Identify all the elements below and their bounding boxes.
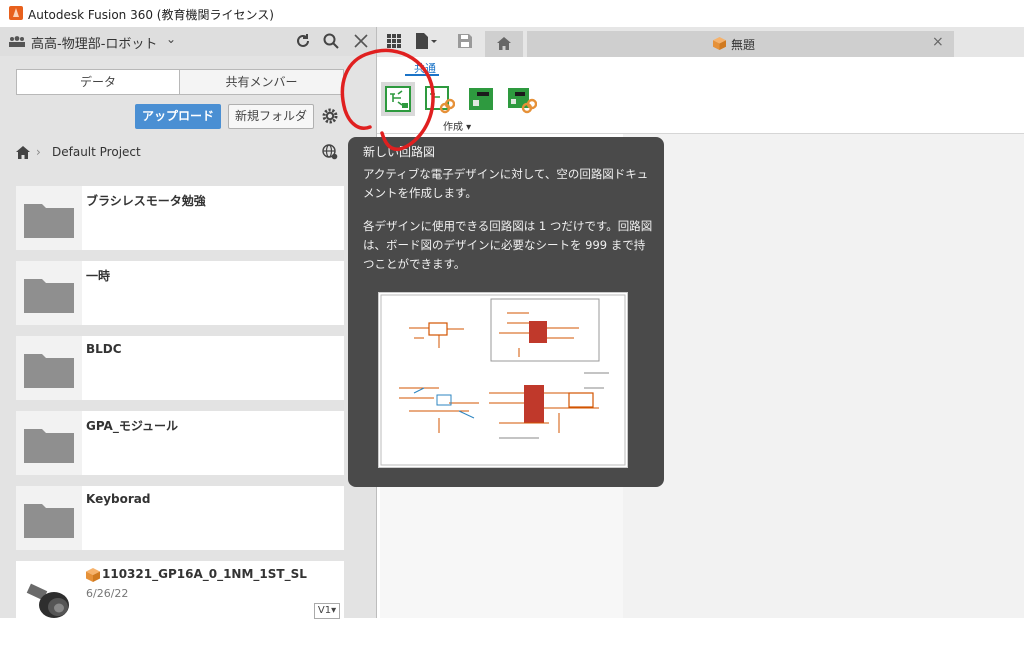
tooltip-title: 新しい回路図: [363, 145, 436, 159]
folder-name[interactable]: GPA_モジュール: [86, 417, 178, 434]
canvas-area: [623, 134, 1024, 618]
home-icon[interactable]: [16, 146, 30, 159]
folder-thumbnail: [16, 186, 80, 250]
tooltip-description: アクティブな電子デザインに対して、空の回路図ドキュメントを作成します。: [363, 167, 649, 200]
folder-info: GPA_モジュール: [82, 411, 344, 475]
title-bar: Autodesk Fusion 360 (教育機関ライセンス): [0, 0, 1024, 27]
folder-icon: [24, 429, 74, 463]
folder-name[interactable]: 一時: [86, 267, 110, 284]
folder-thumbnail: [16, 411, 80, 475]
folder-name[interactable]: BLDC: [86, 342, 122, 356]
folder-info: 一時: [82, 261, 344, 325]
folder-thumbnail: [16, 261, 80, 325]
folder-name[interactable]: ブラシレスモータ勉強: [86, 192, 206, 209]
folder-info: Keyborad: [82, 486, 344, 550]
tab-label: 無題: [731, 38, 756, 52]
new-board-button[interactable]: [463, 82, 497, 116]
tab-shared-members[interactable]: 共有メンバー: [180, 70, 343, 94]
new-schematic-button[interactable]: [381, 82, 415, 116]
data-panel: 高高-物理部-ロボット ⌄ データ 共有メンバー アップロード 新規フォルダ ›…: [0, 27, 377, 645]
link-schematic-button[interactable]: [421, 82, 455, 116]
folder-thumbnail: [16, 336, 80, 400]
design-list-item[interactable]: 110321_GP16A_0_1NM_1ST_SL 6/26/22 V1▾: [16, 561, 344, 645]
pcb-board-icon: [469, 88, 493, 110]
design-date: 6/26/22: [86, 587, 129, 600]
active-tab-indicator: [405, 74, 439, 76]
data-panel-tabs: データ 共有メンバー: [16, 69, 344, 95]
grid-icon[interactable]: [386, 33, 402, 49]
breadcrumb: › Default Project: [16, 145, 346, 161]
list-item[interactable]: ブラシレスモータ勉強: [16, 186, 344, 250]
new-folder-button[interactable]: 新規フォルダ: [228, 104, 314, 129]
search-icon[interactable]: [322, 32, 340, 50]
close-icon[interactable]: [352, 32, 370, 50]
window-title: Autodesk Fusion 360 (教育機関ライセンス): [28, 8, 274, 22]
folder-name[interactable]: Keyborad: [86, 492, 151, 506]
globe-settings-icon[interactable]: [322, 144, 338, 160]
save-icon[interactable]: [457, 33, 473, 49]
tooltip-new-schematic: 新しい回路図 アクティブな電子デザインに対して、空の回路図ドキュメントを作成しま…: [348, 137, 664, 487]
data-panel-header: 高高-物理部-ロボット ⌄: [0, 27, 376, 56]
side-strip: [380, 486, 623, 618]
tab-data[interactable]: データ: [17, 70, 179, 94]
chevron-right-icon: ›: [36, 145, 41, 159]
schematic-preview-drawing: [380, 294, 626, 466]
folder-icon: [24, 279, 74, 313]
motor-thumbnail: [26, 583, 69, 618]
folder-info: ブラシレスモータ勉強: [82, 186, 344, 250]
schematic-icon: [385, 86, 411, 112]
folder-icon: [24, 204, 74, 238]
team-name[interactable]: 高高-物理部-ロボット: [31, 33, 157, 52]
list-item[interactable]: Keyborad: [16, 486, 344, 550]
team-icon: [9, 36, 25, 47]
link-board-button[interactable]: [503, 82, 537, 116]
home-icon: [497, 37, 511, 50]
pcb-board-link-icon: [508, 88, 537, 114]
document-tab-bar: 無題 ×: [377, 27, 1024, 57]
home-tab[interactable]: [485, 31, 523, 57]
refresh-icon[interactable]: [294, 32, 312, 50]
upload-button[interactable]: アップロード: [135, 104, 221, 129]
schematic-link-icon: [425, 86, 455, 114]
version-badge[interactable]: V1▾: [314, 603, 340, 619]
list-item[interactable]: 一時: [16, 261, 344, 325]
design-name[interactable]: 110321_GP16A_0_1NM_1ST_SL: [102, 567, 307, 581]
fusion-logo-icon: [9, 6, 23, 20]
list-item[interactable]: GPA_モジュール: [16, 411, 344, 475]
folder-info: BLDC: [82, 336, 344, 400]
gear-icon[interactable]: [321, 107, 339, 125]
design-cube-icon: [86, 568, 100, 582]
file-menu-icon[interactable]: [415, 33, 437, 49]
design-cube-icon: [713, 37, 726, 50]
tooltip-note: 各デザインに使用できる回路図は 1 つだけです。回路図は、ボード図のデザインに必…: [363, 219, 653, 271]
folder-icon: [24, 504, 74, 538]
schematic-preview-image: [378, 292, 628, 468]
create-menu[interactable]: 作成 ▾: [443, 118, 471, 133]
close-tab-icon[interactable]: ×: [932, 34, 944, 50]
list-item[interactable]: BLDC: [16, 336, 344, 400]
breadcrumb-project[interactable]: Default Project: [52, 145, 141, 159]
folder-icon: [24, 354, 74, 388]
tab-untitled[interactable]: 無題 ×: [527, 31, 954, 57]
chevron-down-icon[interactable]: ⌄: [166, 32, 176, 46]
toolbar: 共通 作成 ▾: [377, 57, 1024, 134]
folder-thumbnail: [16, 486, 80, 550]
